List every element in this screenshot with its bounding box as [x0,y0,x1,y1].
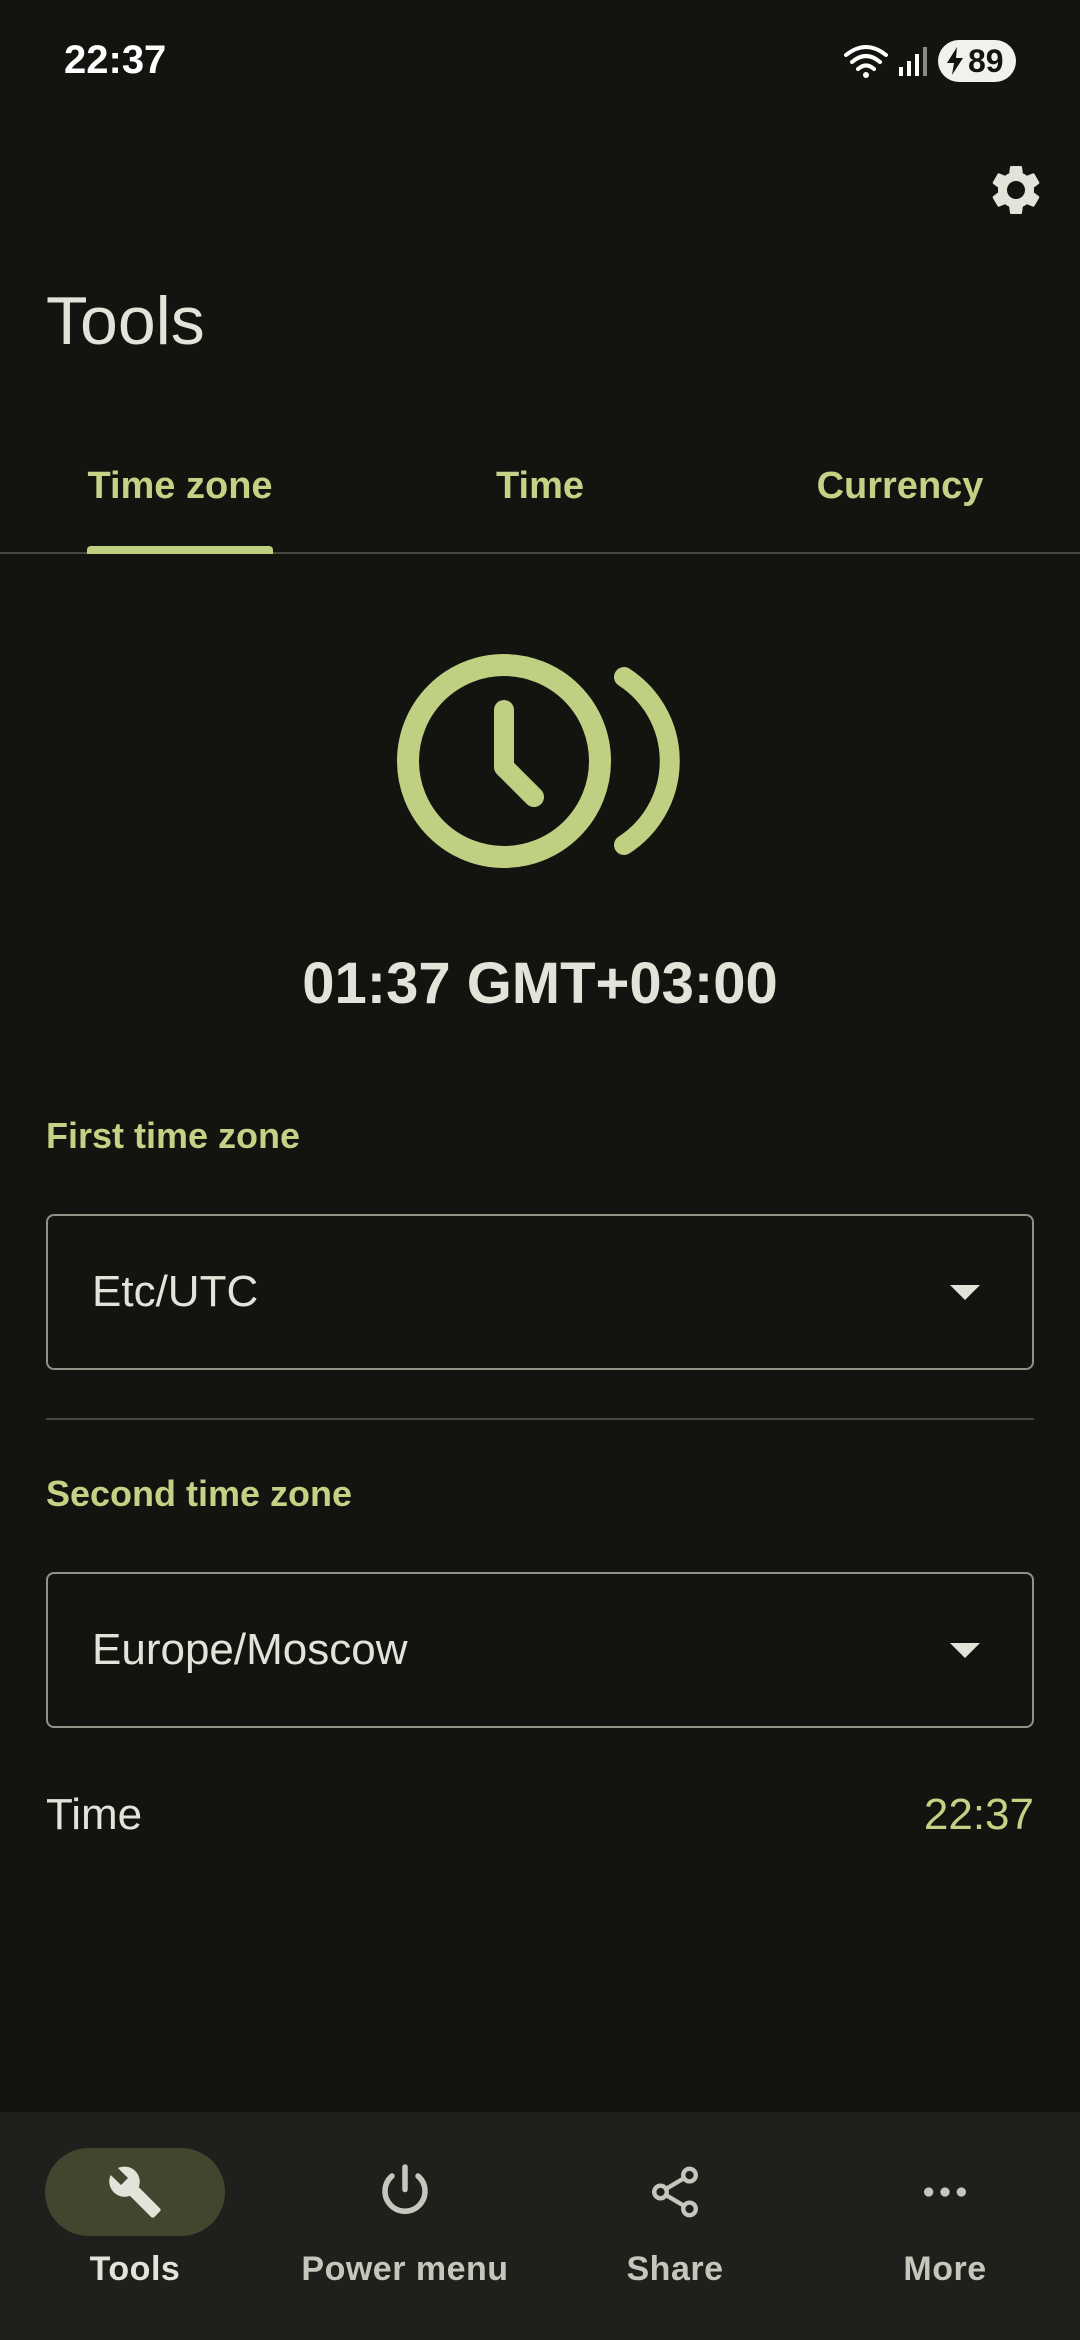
second-time-zone-value: Europe/Moscow [92,1625,408,1674]
first-time-zone-select[interactable]: Etc/UTC [46,1214,1034,1370]
dropdown-arrow-icon [950,1642,980,1658]
share-icon [652,2166,698,2218]
nav-item-tools[interactable]: Tools [0,2112,270,2340]
nav-item-share[interactable]: Share [540,2112,810,2340]
nav-item-more[interactable]: More [810,2112,1080,2340]
settings-button[interactable] [976,150,1056,230]
tab-active-indicator [87,546,273,554]
dropdown-arrow-icon [950,1284,980,1300]
divider [46,1418,1034,1420]
first-time-zone-value: Etc/UTC [92,1267,259,1316]
status-time: 22:37 [64,38,167,82]
nav-active-pill [45,2148,225,2236]
charging-bolt-icon [947,47,963,75]
gear-icon [992,165,1040,214]
converted-time-display: 01:37 GMT+03:00 [302,951,778,1016]
more-horiz-icon [924,2187,966,2197]
nav-icon-wrap [585,2148,765,2236]
nav-label: Share [626,2250,724,2288]
time-row-value: 22:37 [923,1790,1034,1839]
tab-bar: Time zone Time Currency [0,420,1080,554]
nav-label: Tools [89,2250,181,2288]
tab-label: Time [495,464,584,507]
status-icons: 89 [844,40,1016,82]
time-row: Time 22:37 [46,1790,1034,1840]
nav-icon-wrap [315,2148,495,2236]
wrench-icon [109,2166,161,2218]
time-row-label: Time [46,1790,143,1839]
tab-label: Time zone [87,464,273,507]
first-time-zone-label: First time zone [46,1115,301,1156]
nav-label: More [903,2250,987,2288]
battery-level: 89 [968,42,1004,79]
bottom-navigation: Tools Power menu Share More [0,2112,1080,2340]
wifi-icon [844,45,888,78]
nav-icon-wrap [855,2148,1035,2236]
second-time-zone-label: Second time zone [46,1473,353,1514]
nav-label: Power menu [301,2250,509,2288]
status-bar: 22:37 89 [0,0,1080,120]
tab-time[interactable]: Time [360,420,720,552]
nav-item-power-menu[interactable]: Power menu [270,2112,540,2340]
tab-currency[interactable]: Currency [720,420,1080,552]
second-time-zone-select[interactable]: Europe/Moscow [46,1572,1034,1728]
screen: 22:37 89 Tools Time zone Time Currency 0… [0,0,1080,2340]
clock-icon [397,654,680,868]
battery-indicator: 89 [938,40,1016,82]
tab-time-zone[interactable]: Time zone [0,420,360,554]
page-title: Tools [46,283,205,359]
tab-label: Currency [816,464,984,507]
power-icon [382,2164,428,2214]
signal-icon [899,47,927,76]
